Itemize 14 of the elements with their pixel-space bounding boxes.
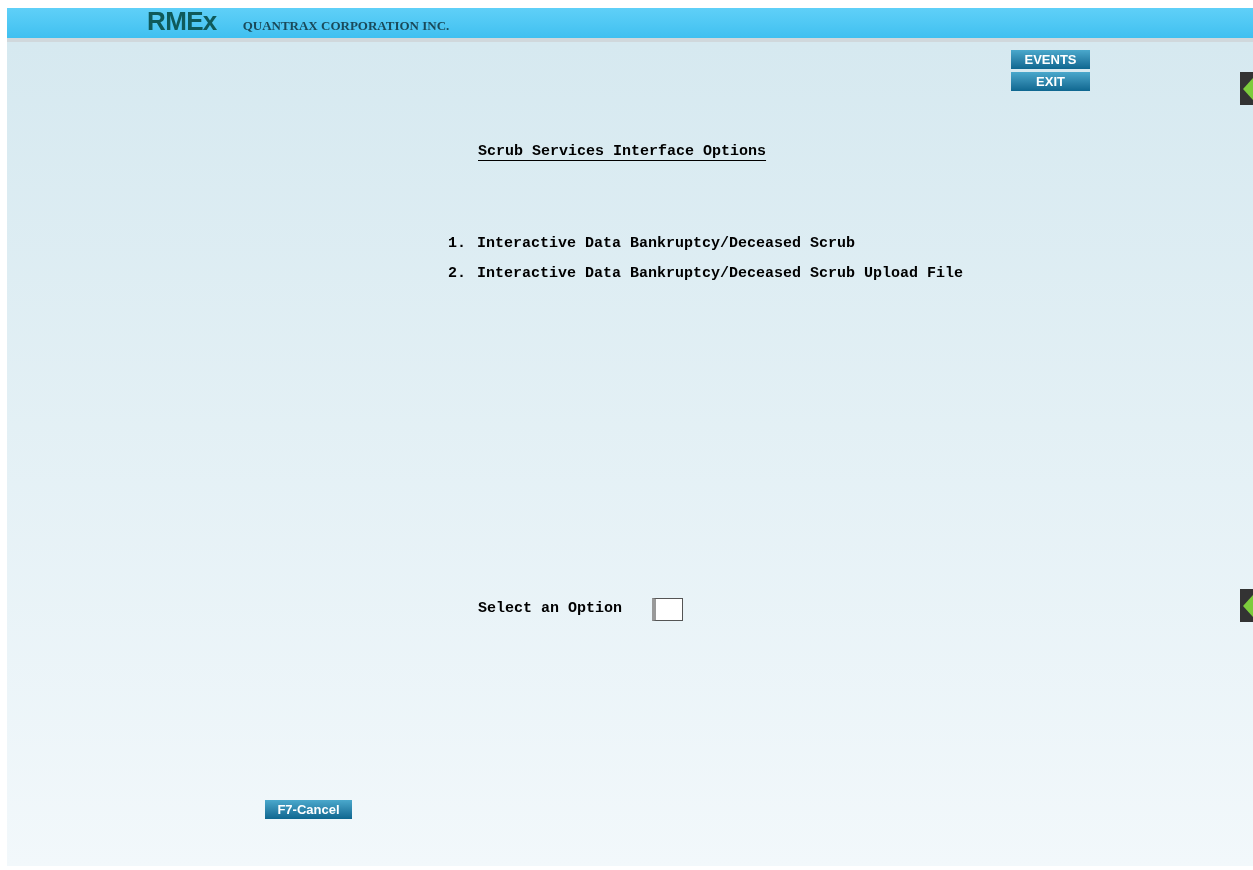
option-label: Interactive Data Bankruptcy/Deceased Scrub Upload File bbox=[477, 263, 964, 284]
option-input-field[interactable] bbox=[652, 597, 684, 621]
option-number: 2. bbox=[448, 263, 466, 284]
collapse-tab-icon[interactable] bbox=[1240, 72, 1253, 105]
option-label: Interactive Data Bankruptcy/Deceased Scrub bbox=[477, 233, 856, 254]
toolbar-button[interactable]: EXIT bbox=[1011, 72, 1090, 91]
page-title: Scrub Services Interface Options bbox=[478, 142, 767, 162]
rmex-logo: RMEx bbox=[147, 8, 217, 34]
company-name: QUANTRAX CORPORATION INC. bbox=[242, 19, 450, 32]
collapse-tab-icon[interactable] bbox=[1240, 589, 1253, 622]
toolbar-button[interactable]: EVENTS bbox=[1011, 50, 1090, 69]
option-number: 1. bbox=[448, 233, 466, 254]
cancel-button[interactable]: F7-Cancel bbox=[265, 799, 352, 819]
prompt-label: Select an Option bbox=[478, 598, 623, 619]
